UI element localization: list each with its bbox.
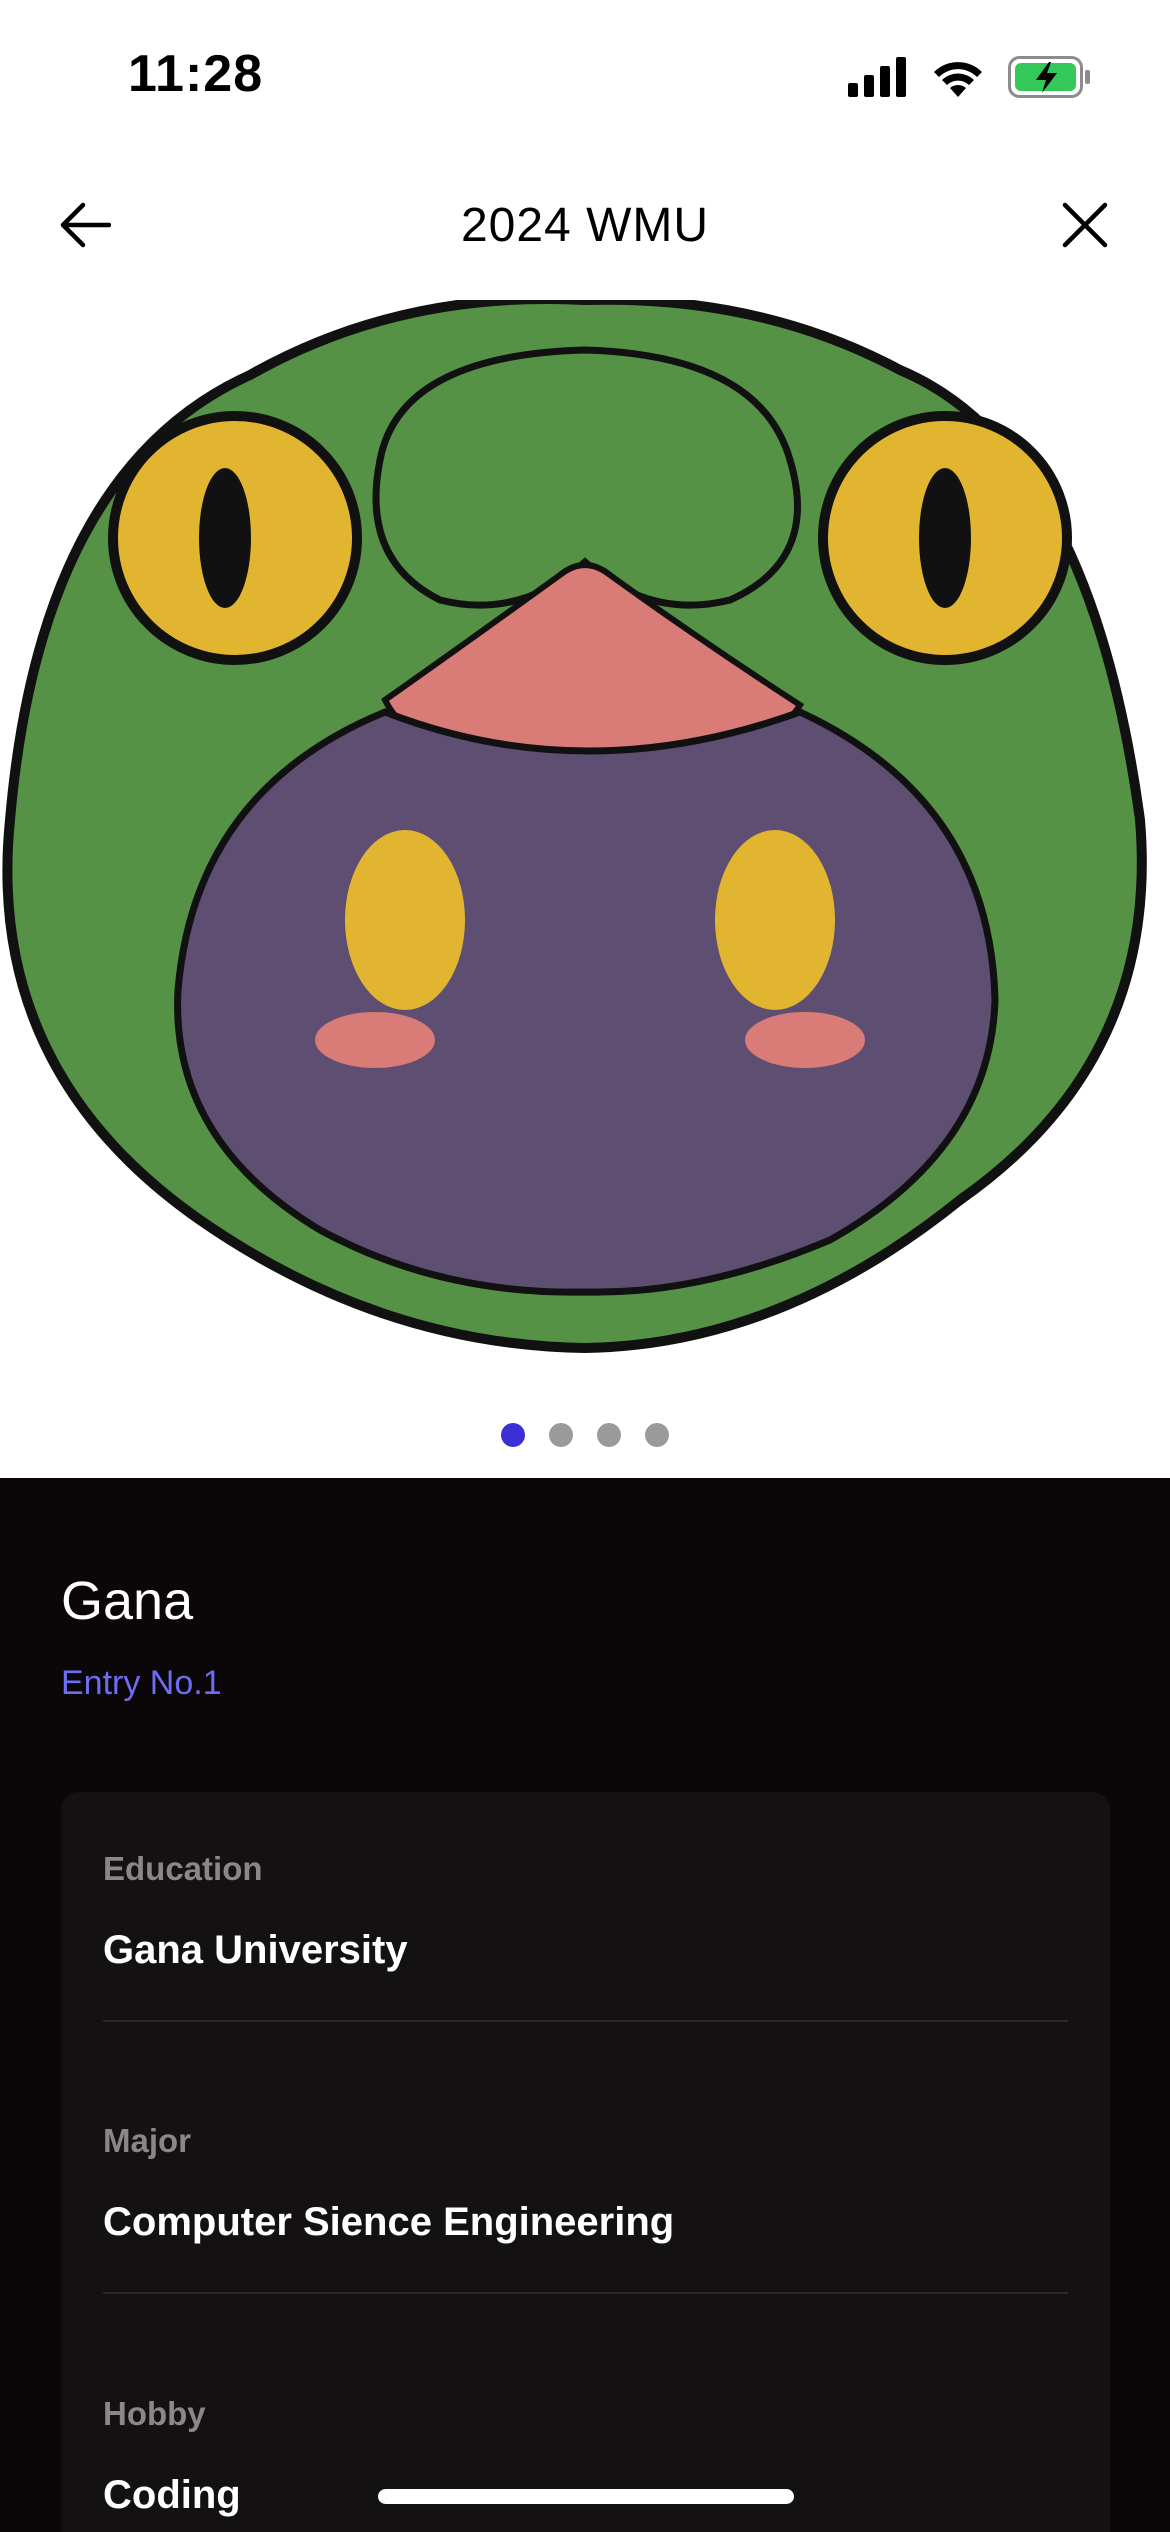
hero-image-carousel[interactable]	[0, 293, 1170, 1360]
frog-character-image	[2, 293, 1147, 1354]
close-icon	[1062, 202, 1108, 248]
status-time: 11:28	[128, 45, 264, 103]
page-title: 2024 WMU	[460, 199, 710, 252]
pager-dot-3[interactable]	[597, 1423, 621, 1447]
close-button[interactable]	[1052, 192, 1118, 258]
divider	[103, 2292, 1068, 2294]
carousel-pager	[0, 1423, 1170, 1447]
status-icons	[848, 56, 1092, 98]
divider	[103, 2020, 1068, 2022]
major-row: Major Computer Sience Engineering	[103, 2122, 1068, 2245]
major-label: Major	[103, 2122, 192, 2159]
battery-charging-icon	[1008, 56, 1090, 98]
screen: 11:28 2024 WMU Gana Entry No.1 Education…	[0, 0, 1170, 2532]
hobby-label: Hobby	[103, 2395, 206, 2432]
pager-dot-2[interactable]	[549, 1423, 573, 1447]
profile-name: Gana	[61, 1571, 194, 1631]
profile-section: Gana Entry No.1 Education Gana Universit…	[0, 1478, 1170, 2532]
cellular-signal-icon	[848, 57, 906, 97]
major-value: Computer Sience Engineering	[103, 2200, 675, 2244]
entry-number: Entry No.1	[61, 1664, 222, 1702]
education-row: Education Gana University	[103, 1850, 1068, 1973]
home-indicator[interactable]	[378, 2489, 794, 2504]
education-label: Education	[103, 1850, 263, 1887]
status-bar: 11:28	[0, 0, 1170, 150]
nav-bar: 2024 WMU	[0, 180, 1170, 270]
pager-dot-1[interactable]	[501, 1423, 525, 1447]
wifi-icon	[934, 62, 982, 97]
pager-dot-4[interactable]	[645, 1423, 669, 1447]
info-card: Education Gana University Major Computer…	[61, 1792, 1110, 2532]
education-value: Gana University	[103, 1928, 408, 1972]
